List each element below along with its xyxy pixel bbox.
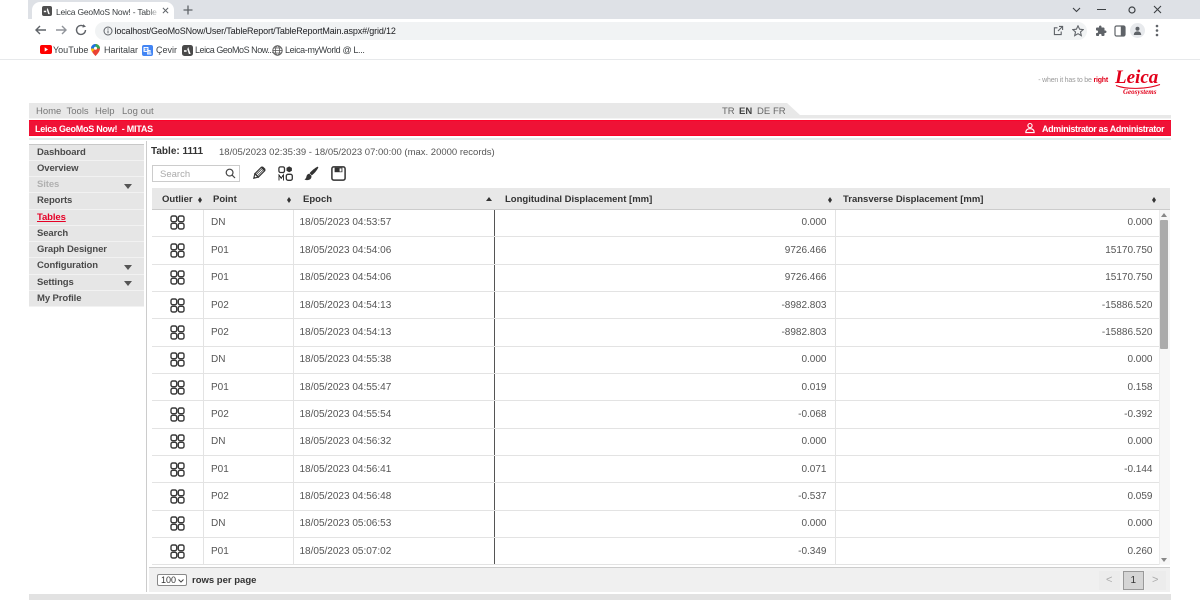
svg-text:Leica: Leica [1114,67,1159,88]
svg-text:Geosystems: Geosystems [1123,88,1157,96]
